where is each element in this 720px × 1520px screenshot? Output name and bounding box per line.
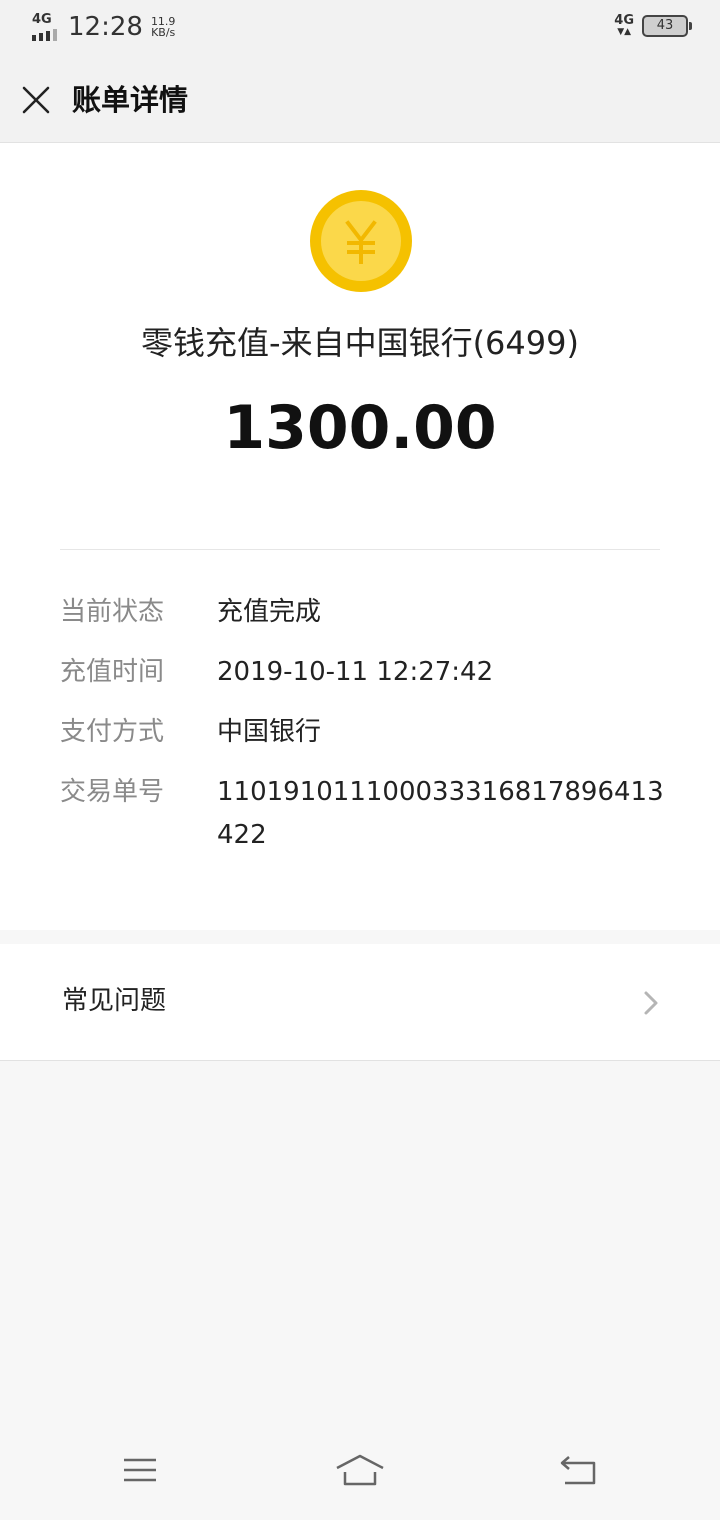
system-nav-bar bbox=[0, 1430, 720, 1520]
battery-icon: 43 bbox=[642, 14, 692, 37]
network-speed-unit: KB/s bbox=[151, 26, 176, 39]
detail-row-time: 充值时间 2019-10-11 12:27:42 bbox=[60, 651, 670, 694]
home-button[interactable] bbox=[330, 1450, 390, 1490]
detail-value: 2019-10-11 12:27:42 bbox=[217, 657, 494, 687]
detail-value: 中国银行 bbox=[217, 717, 322, 747]
network-type-right: 4G bbox=[614, 13, 634, 28]
status-time: 12:28 bbox=[68, 12, 143, 42]
detail-row-status: 当前状态 充值完成 bbox=[60, 591, 670, 634]
menu-icon bbox=[124, 1458, 156, 1482]
close-icon bbox=[22, 86, 50, 114]
back-icon bbox=[560, 1456, 596, 1485]
bill-detail-card: 零钱充值-来自中国银行(6499) 1300.00 当前状态 充值完成 充值时间… bbox=[0, 143, 720, 930]
divider bbox=[60, 549, 660, 550]
details-list: 当前状态 充值完成 充值时间 2019-10-11 12:27:42 支付方式 … bbox=[60, 591, 670, 874]
status-right: 4G ▼▲ 43 bbox=[614, 13, 692, 37]
page-title: 账单详情 bbox=[72, 83, 189, 117]
cellular-signal-icon: 4G bbox=[30, 13, 60, 41]
data-activity-icon: 4G ▼▲ bbox=[614, 13, 634, 37]
faq-label: 常见问题 bbox=[62, 986, 167, 1016]
detail-value: 充值完成 bbox=[217, 597, 322, 627]
detail-label: 当前状态 bbox=[60, 597, 165, 627]
back-button[interactable] bbox=[548, 1450, 608, 1490]
network-type-label: 4G bbox=[32, 12, 52, 27]
detail-label: 支付方式 bbox=[60, 717, 165, 747]
home-icon bbox=[336, 1454, 384, 1486]
faq-row[interactable]: 常见问题 bbox=[0, 944, 720, 1061]
header-bar: 账单详情 bbox=[0, 58, 720, 143]
detail-label: 交易单号 bbox=[60, 777, 165, 807]
status-left: 4G 12:28 11.9 KB/s bbox=[30, 12, 175, 42]
menu-button[interactable] bbox=[110, 1450, 170, 1490]
yuan-coin-icon bbox=[310, 190, 412, 292]
transaction-title: 零钱充值-来自中国银行(6499) bbox=[141, 324, 579, 362]
close-button[interactable] bbox=[16, 78, 56, 122]
status-bar: 4G 12:28 11.9 KB/s 4G ▼▲ 43 bbox=[0, 0, 720, 58]
chevron-right-icon bbox=[644, 991, 658, 1015]
detail-row-payment-method: 支付方式 中国银行 bbox=[60, 711, 670, 754]
detail-label: 充值时间 bbox=[60, 657, 165, 687]
detail-value: 110191011100033316817896413422 bbox=[217, 777, 664, 850]
detail-row-transaction-id: 交易单号 110191011100033316817896413422 bbox=[60, 771, 670, 857]
network-speed: 11.9 KB/s bbox=[151, 16, 176, 38]
transaction-amount: 1300.00 bbox=[223, 393, 497, 463]
